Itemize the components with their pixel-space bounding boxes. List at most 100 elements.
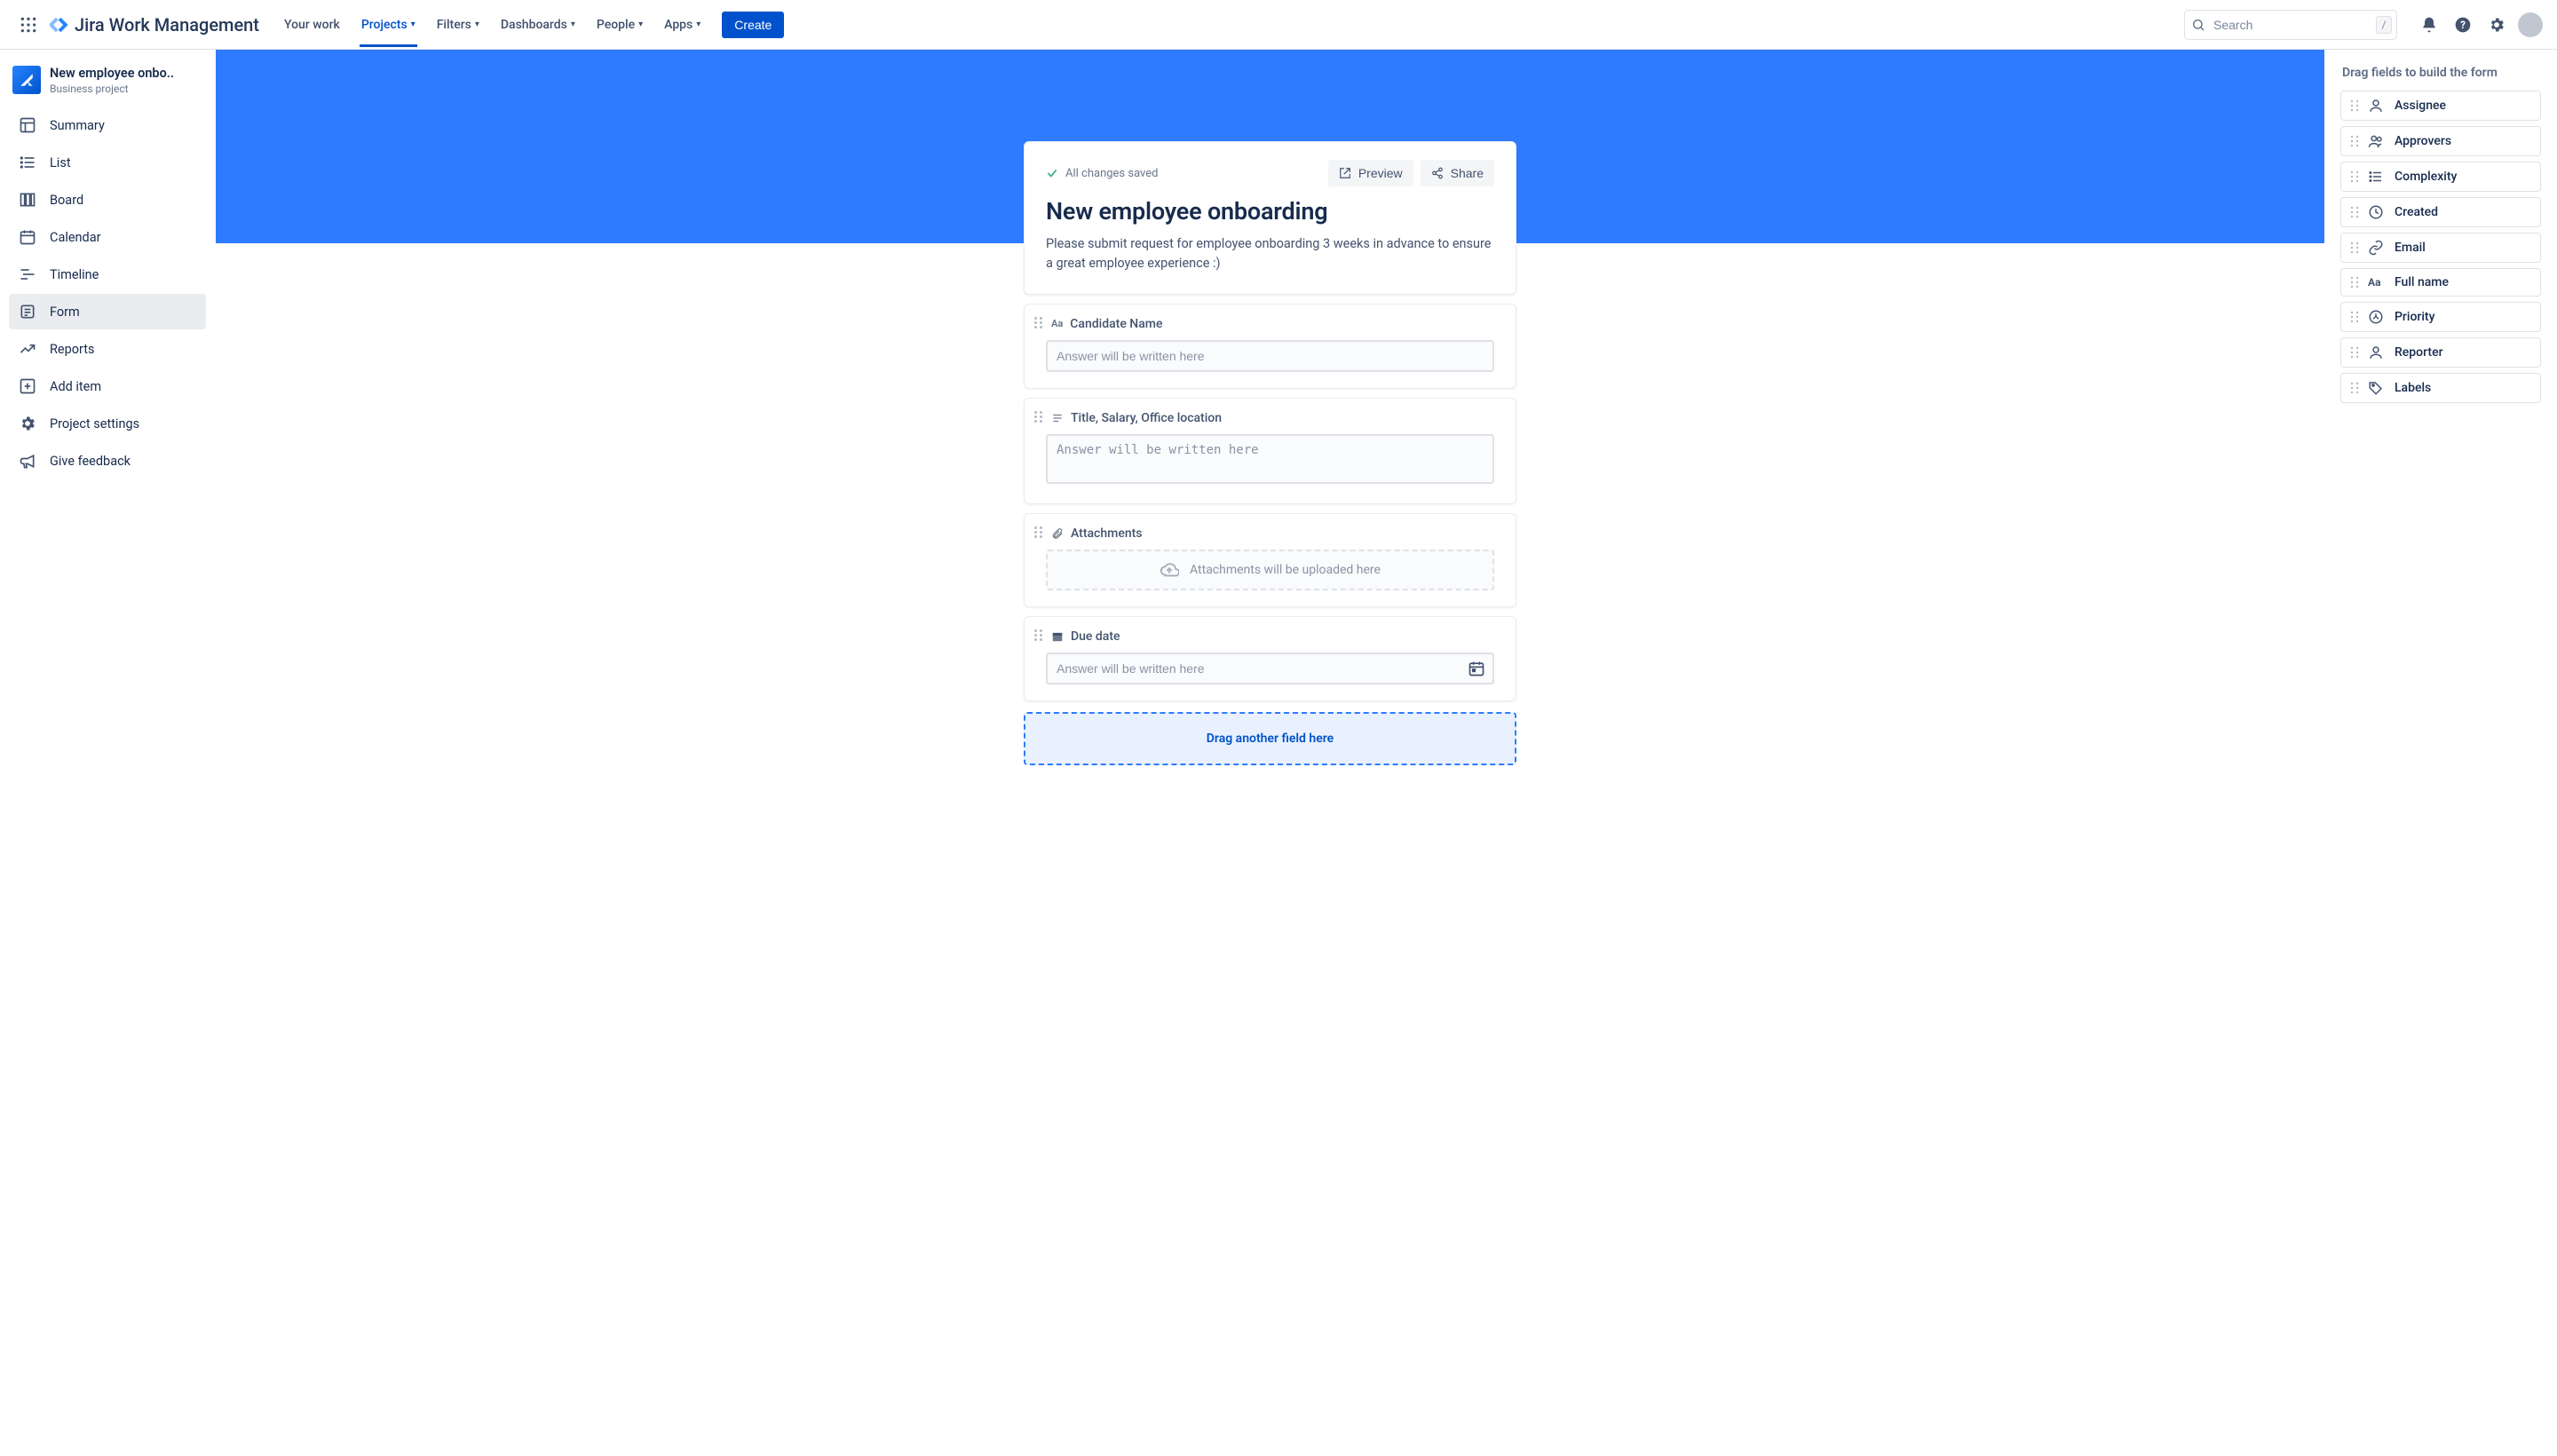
sidebar-item-timeline[interactable]: Timeline [9, 257, 206, 292]
chevron-down-icon: ▾ [411, 20, 416, 29]
summary-icon [18, 115, 37, 135]
field-picker-reporter[interactable]: Reporter [2340, 337, 2541, 368]
nav-label: Projects [361, 18, 408, 32]
field-type-icon [1051, 527, 1064, 540]
gear-icon [18, 414, 37, 433]
sidebar-item-calendar[interactable]: Calendar [9, 219, 206, 255]
field-label: Candidate Name [1070, 317, 1162, 331]
chevron-down-icon: ▾ [696, 20, 701, 29]
nav-projects[interactable]: Projects ▾ [352, 4, 424, 46]
project-name: New employee onbo.. [50, 66, 174, 81]
field-picker-label: Approvers [2395, 134, 2451, 148]
nav-label: Your work [284, 18, 340, 32]
form-description[interactable]: Please submit request for employee onboa… [1046, 234, 1494, 274]
nav-apps[interactable]: Apps ▾ [655, 4, 709, 46]
clock-icon [2368, 204, 2386, 220]
save-status-text: All changes saved [1065, 167, 1159, 180]
product-logo[interactable]: Jira Work Management [50, 14, 259, 36]
preview-button[interactable]: Preview [1328, 160, 1413, 186]
help-icon[interactable]: ? [2450, 12, 2475, 37]
sidebar-item-label: Give feedback [50, 454, 131, 469]
drag-handle-icon [2350, 170, 2359, 183]
nav-label: Apps [664, 18, 693, 32]
reports-icon [18, 339, 37, 359]
drag-handle-icon [2350, 135, 2359, 147]
drag-handle-icon[interactable] [1032, 411, 1044, 423]
calendar-icon [18, 227, 37, 247]
sidebar-item-label: Calendar [50, 230, 101, 245]
people-icon [2368, 133, 2386, 149]
share-button[interactable]: Share [1421, 160, 1494, 186]
sidebar-item-add-item[interactable]: Add item [9, 368, 206, 404]
sidebar-item-board[interactable]: Board [9, 182, 206, 218]
form-field-card[interactable]: Aa Candidate Name [1024, 304, 1516, 389]
form-title[interactable]: New employee onboarding [1046, 197, 1494, 226]
form-field-card[interactable]: Attachments Attachments will be uploaded… [1024, 513, 1516, 607]
settings-icon[interactable] [2484, 12, 2509, 37]
attachments-dropzone[interactable]: Attachments will be uploaded here [1046, 550, 1494, 590]
sidebar-item-label: Reports [50, 342, 95, 357]
drag-field-dropzone[interactable]: Drag another field here [1024, 712, 1516, 765]
attachments-placeholder: Attachments will be uploaded here [1190, 563, 1381, 577]
sidebar-item-label: Board [50, 193, 83, 208]
drag-handle-icon[interactable] [1032, 526, 1044, 538]
main-content: All changes saved Preview [216, 50, 2324, 1456]
sidebar-item-form[interactable]: Form [9, 294, 206, 329]
priority-icon [2368, 309, 2386, 325]
field-picker-priority[interactable]: Priority [2340, 302, 2541, 332]
field-picker-complexity[interactable]: Complexity [2340, 162, 2541, 192]
check-icon [1046, 167, 1058, 179]
sidebar-item-label: List [50, 155, 71, 170]
app-switcher-icon[interactable] [14, 11, 43, 39]
project-header[interactable]: New employee onbo.. Business project [0, 59, 215, 107]
field-picker-full-name[interactable]: Aa Full name [2340, 268, 2541, 297]
nav-dashboards[interactable]: Dashboards ▾ [492, 4, 584, 46]
drag-handle-icon[interactable] [1032, 629, 1044, 641]
user-avatar[interactable] [2518, 12, 2543, 37]
nav-people[interactable]: People ▾ [588, 4, 652, 46]
create-button[interactable]: Create [722, 12, 784, 38]
sidebar-item-summary[interactable]: Summary [9, 107, 206, 143]
calendar-icon[interactable] [1468, 660, 1485, 677]
top-nav: Jira Work Management Your work Projects … [0, 0, 2557, 50]
drag-handle-icon [2350, 99, 2359, 112]
upload-cloud-icon [1160, 560, 1179, 580]
sidebar-item-list[interactable]: List [9, 145, 206, 180]
text-icon: Aa [2368, 276, 2386, 289]
add-icon [18, 376, 37, 396]
form-header-card: All changes saved Preview [1024, 141, 1516, 295]
field-picker-label: Full name [2395, 275, 2449, 289]
drag-handle-icon [2350, 206, 2359, 218]
nav-label: Dashboards [501, 18, 567, 32]
share-icon [1431, 167, 1444, 179]
sidebar-item-reports[interactable]: Reports [9, 331, 206, 367]
field-picker-approvers[interactable]: Approvers [2340, 126, 2541, 156]
project-type: Business project [50, 83, 174, 95]
search-input[interactable] [2184, 10, 2397, 40]
list-icon [18, 153, 37, 172]
field-picker-label: Priority [2395, 310, 2434, 324]
tag-icon [2368, 380, 2386, 396]
fields-panel-title: Drag fields to build the form [2342, 66, 2541, 80]
form-field-card[interactable]: Title, Salary, Office location [1024, 398, 1516, 504]
notifications-icon[interactable] [2417, 12, 2442, 37]
field-picker-labels[interactable]: Labels [2340, 373, 2541, 403]
board-icon [18, 190, 37, 210]
field-date-input[interactable] [1046, 653, 1494, 684]
form-field-card[interactable]: Due date [1024, 616, 1516, 701]
field-type-icon [1051, 630, 1064, 643]
project-avatar-icon [12, 66, 41, 94]
sidebar-item-give-feedback[interactable]: Give feedback [9, 443, 206, 479]
sidebar-item-project-settings[interactable]: Project settings [9, 406, 206, 441]
field-text-input[interactable] [1046, 340, 1494, 372]
field-picker-assignee[interactable]: Assignee [2340, 91, 2541, 121]
nav-filters[interactable]: Filters ▾ [428, 4, 488, 46]
nav-your-work[interactable]: Your work [275, 4, 349, 46]
sidebar-item-label: Form [50, 305, 80, 320]
field-picker-created[interactable]: Created [2340, 197, 2541, 227]
field-picker-label: Created [2395, 205, 2438, 219]
field-picker-email[interactable]: Email [2340, 233, 2541, 263]
field-paragraph-input[interactable] [1046, 434, 1494, 484]
field-label: Attachments [1071, 526, 1142, 541]
drag-handle-icon[interactable] [1032, 317, 1044, 328]
